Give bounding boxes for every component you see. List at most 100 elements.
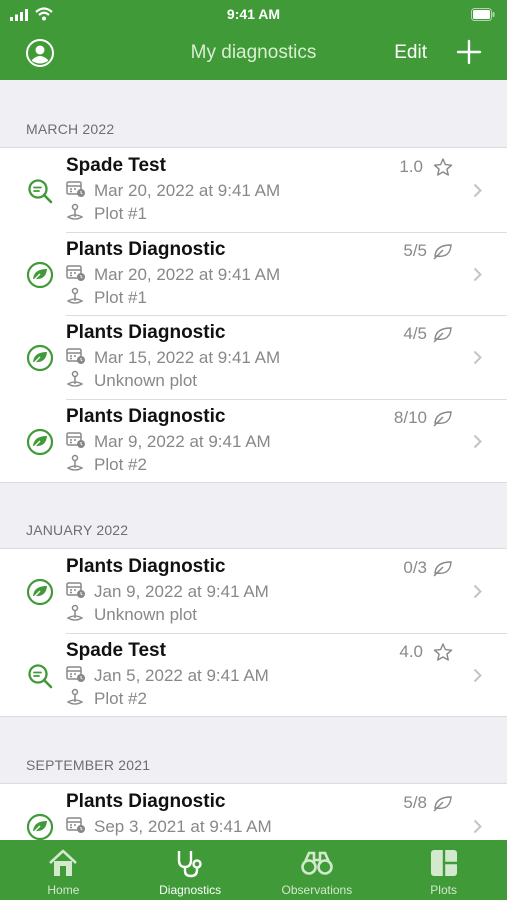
star-icon <box>433 642 453 661</box>
chevron-right-icon <box>473 183 482 198</box>
date-text: Mar 20, 2022 at 9:41 AM <box>94 264 281 284</box>
plot-text: Plot #2 <box>94 454 147 474</box>
row-score: 4/5 <box>403 324 427 343</box>
diagnostics-group: Plants Diagnostic Sep 3, 2021 at 9:41 AM… <box>0 783 507 843</box>
row-plot: Plot #1 <box>66 287 147 308</box>
spade-test-icon <box>28 663 53 688</box>
section-header: MARCH 2022 <box>26 121 115 137</box>
row-score: 5/5 <box>403 240 427 260</box>
chevron-right-icon <box>473 434 482 448</box>
tab-label: Diagnostics <box>159 883 222 897</box>
section-header: SEPTEMBER 2021 <box>26 757 151 773</box>
status-time: 9:41 AM <box>226 6 281 22</box>
tab-label: Home <box>47 883 80 897</box>
row-title: Plants Diagnostic <box>66 556 226 577</box>
diagnostic-row[interactable]: Spade Test Mar 20, 2022 at 9:41 AM Plot … <box>0 148 507 232</box>
plot-pin-icon <box>66 604 84 621</box>
calendar-icon <box>66 431 85 448</box>
tab-home[interactable]: Home <box>0 840 127 900</box>
battery-icon <box>471 8 495 21</box>
date-text: Sep 3, 2021 at 9:41 AM <box>94 817 272 836</box>
home-icon <box>49 849 78 876</box>
binoculars-icon <box>301 851 333 875</box>
tab-plots[interactable]: Plots <box>380 840 507 900</box>
stethoscope-icon <box>177 851 202 878</box>
row-date: Mar 20, 2022 at 9:41 AM <box>66 264 280 285</box>
diagnostic-row[interactable]: Plants Diagnostic Jan 9, 2022 at 9:41 AM… <box>0 549 507 633</box>
row-date: Mar 20, 2022 at 9:41 AM <box>66 180 280 201</box>
edit-button[interactable]: Edit <box>394 42 427 64</box>
calendar-icon <box>66 817 85 833</box>
plot-pin-icon <box>66 454 84 471</box>
row-title: Spade Test <box>66 155 166 176</box>
leaf-icon <box>26 578 54 606</box>
calendar-icon <box>66 582 85 598</box>
date-text: Mar 15, 2022 at 9:41 AM <box>94 348 281 367</box>
chevron-right-icon <box>473 668 482 682</box>
tab-observations[interactable]: Observations <box>254 840 381 900</box>
plot-pin-icon <box>66 688 84 705</box>
date-text: Mar 20, 2022 at 9:41 AM <box>94 181 281 200</box>
row-score: 5/8 <box>403 793 427 812</box>
row-plot: Unknown plot <box>66 370 197 391</box>
diagnostics-group: Spade Test Mar 20, 2022 at 9:41 AM Plot … <box>0 147 507 483</box>
date-text: Jan 5, 2022 at 9:41 AM <box>94 665 269 685</box>
add-icon[interactable] <box>456 39 482 65</box>
row-date: Sep 3, 2021 at 9:41 AM <box>66 816 272 837</box>
row-score: 1.0 <box>399 157 423 176</box>
row-score: 0/3 <box>403 558 427 577</box>
row-title: Plants Diagnostic <box>66 791 226 812</box>
star-icon <box>433 158 453 176</box>
nav-header: 9:41 AM My diagnostics Edit <box>0 0 507 80</box>
plot-pin-icon <box>66 287 84 304</box>
row-plot: Unknown plot <box>66 604 197 625</box>
tab-bar: Home Diagnostics Observations Plots <box>0 840 507 900</box>
row-plot: Plot #1 <box>66 203 147 224</box>
row-plot: Plot #2 <box>66 688 147 709</box>
calendar-icon <box>66 264 85 281</box>
diagnostic-row[interactable]: Plants Diagnostic Mar 20, 2022 at 9:41 A… <box>0 231 507 316</box>
diagnostic-row[interactable]: Plants Diagnostic Sep 3, 2021 at 9:41 AM… <box>0 784 507 843</box>
diagnostic-row[interactable]: Plants Diagnostic Mar 9, 2022 at 9:41 AM… <box>0 398 507 483</box>
leaf-outline-icon <box>433 327 452 343</box>
status-bar: 9:41 AM <box>0 0 507 30</box>
plot-pin-icon <box>66 203 84 220</box>
chevron-right-icon <box>473 350 482 365</box>
tab-diagnostics[interactable]: Diagnostics <box>127 840 254 900</box>
diagnostic-row[interactable]: Spade Test Jan 5, 2022 at 9:41 AM Plot #… <box>0 632 507 717</box>
row-score: 4.0 <box>399 641 423 661</box>
leaf-outline-icon <box>433 243 452 259</box>
row-score: 8/10 <box>393 407 427 427</box>
diagnostic-row[interactable]: Plants Diagnostic Mar 15, 2022 at 9:41 A… <box>0 315 507 399</box>
plot-text: Plot #2 <box>94 688 147 708</box>
leaf-icon <box>26 261 54 288</box>
plot-text: Unknown plot <box>94 371 198 390</box>
plot-text: Unknown plot <box>94 605 198 624</box>
page-title: My diagnostics <box>190 42 317 63</box>
row-title: Spade Test <box>66 639 166 661</box>
row-plot: Plot #2 <box>66 454 147 475</box>
row-date: Mar 15, 2022 at 9:41 AM <box>66 347 280 368</box>
row-title: Plants Diagnostic <box>66 405 226 427</box>
diagnostics-group: Plants Diagnostic Jan 9, 2022 at 9:41 AM… <box>0 548 507 717</box>
leaf-outline-icon <box>433 561 452 577</box>
calendar-icon <box>66 665 85 682</box>
section-header: JANUARY 2022 <box>26 522 129 538</box>
row-date: Jan 5, 2022 at 9:41 AM <box>66 665 269 686</box>
row-date: Jan 9, 2022 at 9:41 AM <box>66 581 269 602</box>
leaf-icon <box>26 428 54 455</box>
chevron-right-icon <box>473 584 482 599</box>
plot-pin-icon <box>66 370 84 387</box>
calendar-icon <box>66 348 85 364</box>
leaf-icon <box>26 813 54 841</box>
chevron-right-icon <box>473 267 482 281</box>
tab-label: Observations <box>281 883 353 897</box>
row-title: Plants Diagnostic <box>66 322 226 343</box>
leaf-outline-icon <box>433 410 452 426</box>
date-text: Mar 9, 2022 at 9:41 AM <box>94 431 271 451</box>
row-title: Plants Diagnostic <box>66 238 226 260</box>
spade-test-icon <box>28 179 53 204</box>
plot-text: Plot #1 <box>94 204 147 223</box>
leaf-icon <box>26 344 54 372</box>
tab-label: Plots <box>430 883 457 897</box>
